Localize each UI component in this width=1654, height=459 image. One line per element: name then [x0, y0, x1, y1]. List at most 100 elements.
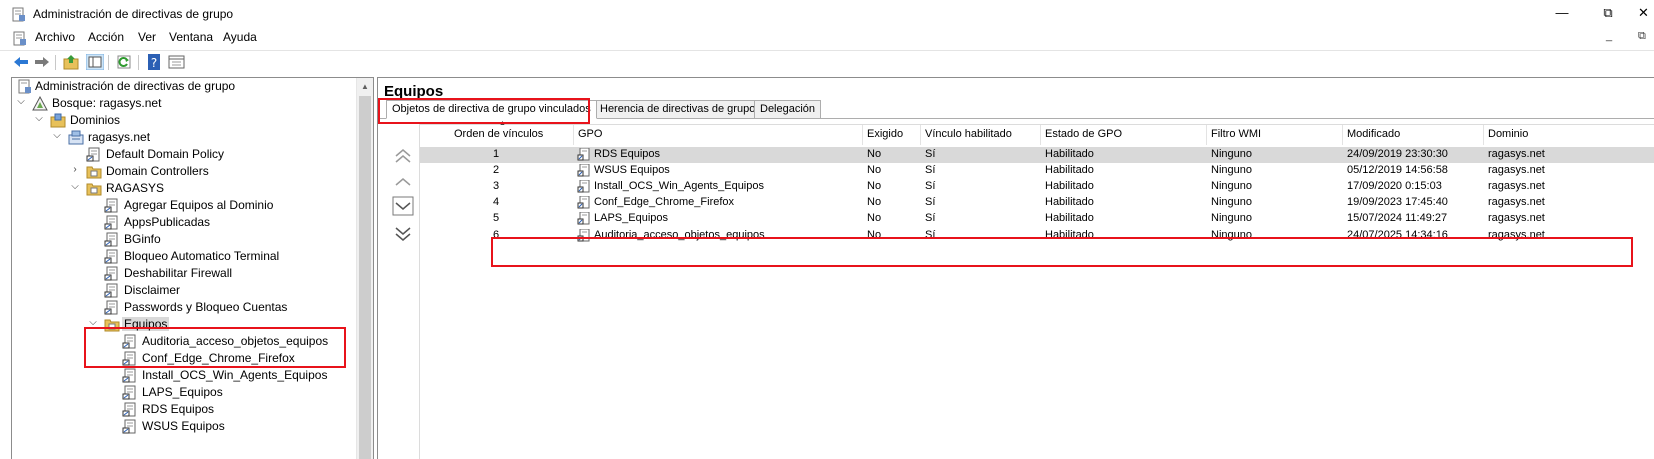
menu-ventana[interactable]: Ventana: [169, 30, 213, 44]
scroll-up-icon[interactable]: ▲: [361, 82, 369, 91]
ou-folder-icon: [86, 166, 102, 179]
domain-icon: [68, 130, 84, 145]
restore-button[interactable]: ⧉: [1588, 2, 1628, 26]
gpo-link-icon: [104, 300, 118, 315]
tree-label: ragasys.net: [88, 130, 151, 144]
menu-bar: Archivo Acción Ver Ventana Ayuda _ ⧉: [0, 28, 1654, 49]
menu-ayuda[interactable]: Ayuda: [223, 30, 257, 44]
show-hide-tree-icon[interactable]: [86, 54, 104, 70]
tree-item-gpo-link[interactable]: AppsPublicadas: [12, 214, 352, 231]
chevron-right-icon[interactable]: ›: [69, 164, 81, 175]
move-down-icon[interactable]: [392, 196, 414, 216]
tree-item-gpo-link[interactable]: Bloqueo Automatico Terminal: [12, 248, 352, 265]
tree-item-gpo-link[interactable]: BGinfo: [12, 231, 352, 248]
cell-order: 1: [493, 148, 500, 160]
cell-gpo-status: Habilitado: [1045, 196, 1094, 208]
column-header-domain[interactable]: Dominio: [1484, 125, 1654, 145]
back-arrow-icon[interactable]: [12, 54, 30, 70]
column-header-modified[interactable]: Modificado: [1343, 125, 1484, 145]
tree-label: Auditoria_acceso_objetos_equipos: [142, 334, 329, 348]
refresh-icon[interactable]: [116, 54, 134, 70]
menu-ver[interactable]: Ver: [138, 30, 156, 44]
chevron-down-icon[interactable]: ⌵: [69, 181, 81, 192]
chevron-down-icon[interactable]: ⌵: [33, 113, 45, 124]
column-header-link-enabled[interactable]: Vínculo habilitado: [921, 125, 1041, 145]
move-top-icon[interactable]: [392, 147, 414, 167]
tree-item-gpo-link[interactable]: WSUS Equipos: [12, 418, 352, 435]
tab-delegation[interactable]: Delegación: [754, 100, 822, 119]
tree-item-gpo-link[interactable]: Install_OCS_Win_Agents_Equipos: [12, 367, 352, 384]
tree-label: BGinfo: [124, 232, 161, 246]
menu-archivo[interactable]: Archivo: [35, 30, 75, 44]
cell-modified: 15/07/2024 11:49:27: [1347, 212, 1448, 224]
chevron-down-icon[interactable]: ⌵: [87, 317, 99, 328]
chevron-down-icon[interactable]: ⌵: [51, 130, 63, 141]
tree-item-gpo-link[interactable]: Passwords y Bloqueo Cuentas: [12, 299, 352, 316]
title-bar: Administración de directivas de grupo — …: [0, 0, 1654, 28]
cell-gpo: LAPS_Equipos: [594, 212, 668, 224]
table-row[interactable]: 1 RDS Equipos No Sí Habilitado Ninguno 2…: [420, 147, 1654, 163]
tree-item-gpo-link[interactable]: Deshabilitar Firewall: [12, 265, 352, 282]
chevron-down-icon[interactable]: ⌵: [15, 96, 27, 107]
scrollbar-thumb[interactable]: [359, 96, 371, 459]
console-tree[interactable]: ▲ Administración de directivas de grupo …: [11, 77, 374, 459]
tree-label: Disclaimer: [124, 283, 181, 297]
help-icon[interactable]: ?: [146, 54, 164, 70]
gpo-link-icon: [104, 266, 118, 281]
tree-item-forest[interactable]: ⌵ Bosque: ragasys.net: [12, 95, 352, 112]
table-row[interactable]: 6 Auditoria_acceso_objetos_equipos No Sí…: [420, 228, 1654, 244]
table-row[interactable]: 2 WSUS Equipos No Sí Habilitado Ninguno …: [420, 163, 1654, 179]
tree-vertical-scrollbar[interactable]: ▲: [356, 78, 373, 459]
table-row[interactable]: 4 Conf_Edge_Chrome_Firefox No Sí Habilit…: [420, 195, 1654, 211]
cell-modified: 24/09/2019 23:30:30: [1347, 148, 1448, 160]
tree-item-gpo-link[interactable]: Agregar Equipos al Dominio: [12, 197, 352, 214]
cell-gpo-status: Habilitado: [1045, 148, 1094, 160]
tab-linked-gpos[interactable]: Objetos de directiva de grupo vinculados: [386, 100, 597, 119]
minimize-button[interactable]: —: [1542, 2, 1582, 26]
linked-gpo-list[interactable]: ▲ Orden de vínculos GPO Exigido Vínculo …: [419, 120, 1654, 459]
mdi-window-icon[interactable]: [13, 31, 27, 46]
tree-item-domains[interactable]: ⌵ Dominios: [12, 112, 352, 129]
tree-item-domain[interactable]: ⌵ ragasys.net: [12, 129, 352, 146]
gpo-icon: [577, 229, 590, 242]
table-row[interactable]: 3 Install_OCS_Win_Agents_Equipos No Sí H…: [420, 179, 1654, 195]
tree-item-gpo-link[interactable]: LAPS_Equipos: [12, 384, 352, 401]
menu-accion[interactable]: Acción: [88, 30, 124, 44]
column-header-wmi-filter[interactable]: Filtro WMI: [1207, 125, 1343, 145]
tree-item-domain-controllers[interactable]: › Domain Controllers: [12, 163, 352, 180]
tree-item-gpo-link[interactable]: Disclaimer: [12, 282, 352, 299]
column-header-gpo-status[interactable]: Estado de GPO: [1041, 125, 1207, 145]
cell-modified: 05/12/2019 14:56:58: [1347, 164, 1448, 176]
tree-label: Passwords y Bloqueo Cuentas: [124, 300, 288, 314]
mdi-minimize-button[interactable]: _: [1606, 30, 1612, 42]
tree-item-equipos[interactable]: ⌵ Equipos: [12, 316, 352, 333]
tab-inheritance[interactable]: Herencia de directivas de grupo: [594, 100, 762, 119]
cell-domain: ragasys.net: [1488, 164, 1545, 176]
mdi-restore-button[interactable]: ⧉: [1638, 30, 1646, 43]
forward-arrow-icon[interactable]: [33, 54, 51, 70]
cell-gpo-status: Habilitado: [1045, 212, 1094, 224]
column-header-gpo[interactable]: GPO: [574, 125, 863, 145]
gpo-icon: [577, 212, 590, 225]
column-header-link-order[interactable]: ▲ Orden de vínculos: [420, 120, 574, 145]
gpo-link-icon: [104, 283, 118, 298]
move-bottom-icon[interactable]: [392, 224, 414, 244]
tree-label: Domain Controllers: [106, 164, 209, 178]
tree-item-gpo-link[interactable]: Auditoria_acceso_objetos_equipos: [12, 333, 352, 350]
table-row[interactable]: 5 LAPS_Equipos No Sí Habilitado Ninguno …: [420, 211, 1654, 227]
move-up-icon[interactable]: [392, 173, 414, 193]
tree-item-ragasys[interactable]: ⌵ RAGASYS: [12, 180, 352, 197]
tree-label: AppsPublicadas: [124, 215, 211, 229]
up-folder-icon[interactable]: [63, 54, 81, 70]
column-header-enforced[interactable]: Exigido: [863, 125, 921, 145]
tree-label: RAGASYS: [106, 181, 165, 195]
tree-label: Bloqueo Automatico Terminal: [124, 249, 280, 263]
properties-icon[interactable]: [168, 54, 186, 70]
close-button[interactable]: ✕: [1633, 2, 1654, 26]
tree-item-gpo-link[interactable]: RDS Equipos: [12, 401, 352, 418]
toolbar-separator: [55, 55, 56, 70]
tree-item-gpo-link[interactable]: Conf_Edge_Chrome_Firefox: [12, 350, 352, 367]
cell-order: 6: [493, 229, 500, 241]
tree-item-root[interactable]: Administración de directivas de grupo: [12, 78, 352, 95]
tree-item-default-domain-policy[interactable]: Default Domain Policy: [12, 146, 352, 163]
